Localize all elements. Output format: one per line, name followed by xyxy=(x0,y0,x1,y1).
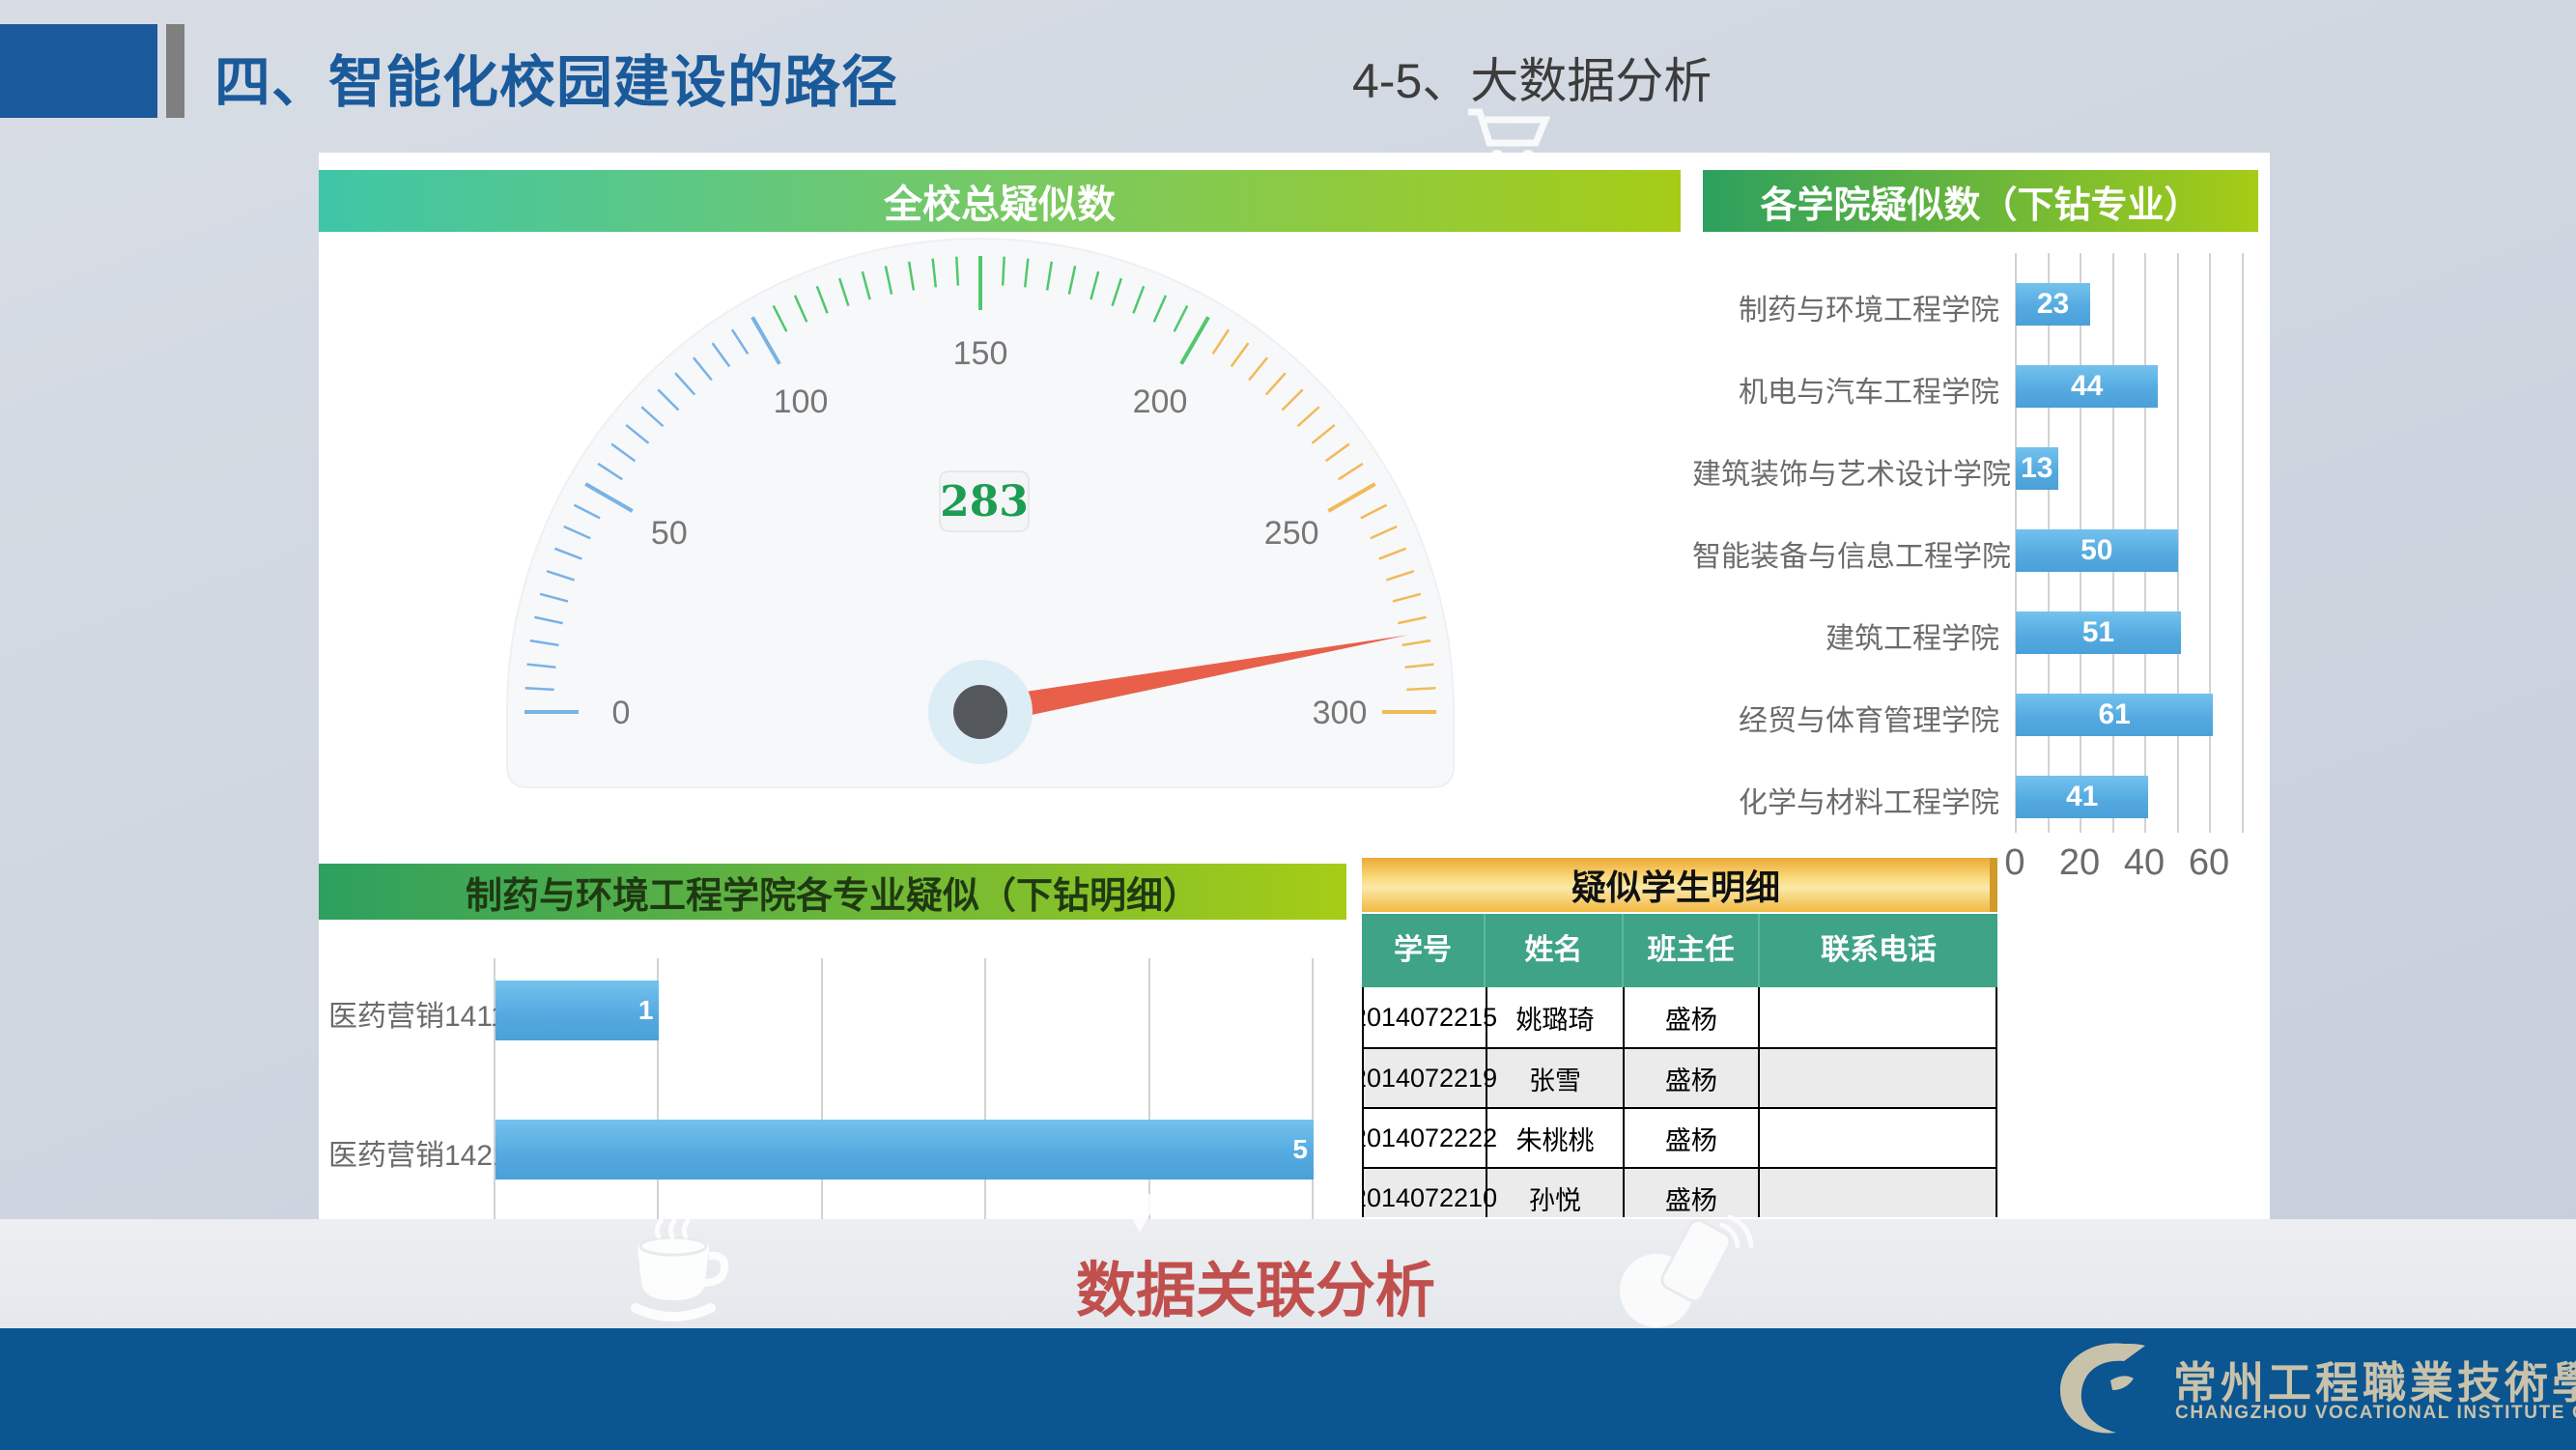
svg-text:50: 50 xyxy=(651,515,688,552)
svg-text:200: 200 xyxy=(1133,384,1188,420)
page-subtitle: 4-5、大数据分析 xyxy=(1352,43,1712,112)
down-arrow-icon xyxy=(1111,1194,1169,1238)
table-cell: 2014072219 xyxy=(1364,1049,1486,1107)
bar: 61 xyxy=(2016,694,2213,736)
student-table: 2014072215姚璐琦盛杨2014072219张雪盛杨2014072222朱… xyxy=(1362,987,1997,1217)
gridline xyxy=(2209,253,2211,833)
table-header-cell: 学号 xyxy=(1362,914,1484,987)
axis-tick-label: 60 xyxy=(2189,842,2229,884)
svg-text:150: 150 xyxy=(953,335,1008,372)
category-label: 医药营销1421 xyxy=(328,1131,485,1174)
table-cell xyxy=(1758,1109,1996,1167)
table-row: 2014072215姚璐琦盛杨 xyxy=(1364,987,1996,1047)
college-chart-header: 各学院疑似数（下钻专业） xyxy=(1703,170,2258,232)
bar-value-label: 50 xyxy=(2081,534,2112,567)
bar-value-label: 13 xyxy=(2021,452,2052,485)
svg-text:0: 0 xyxy=(612,695,631,731)
table-header-row: 学号姓名班主任联系电话 xyxy=(1362,914,1997,987)
bar-value-label: 44 xyxy=(2071,370,2103,403)
table-cell xyxy=(1758,1049,1996,1107)
table-cell: 姚璐琦 xyxy=(1486,987,1623,1047)
phone-icon xyxy=(1599,1215,1753,1328)
table-row: 2014072219张雪盛杨 xyxy=(1364,1047,1996,1107)
table-cell: 2014072215 xyxy=(1364,987,1486,1047)
table-header-cell: 联系电话 xyxy=(1758,914,1997,987)
category-label: 建筑工程学院 xyxy=(1692,614,1999,657)
student-table-title: 疑似学生明细 xyxy=(1362,858,1997,912)
category-label: 建筑装饰与艺术设计学院 xyxy=(1692,450,1999,493)
bar: 50 xyxy=(2016,529,2178,572)
gauge-value: 283 xyxy=(939,470,1030,532)
bar-value-label: 5 xyxy=(1292,1134,1308,1165)
bar-value-label: 23 xyxy=(2037,288,2069,321)
school-name-cn: 常州工程職業技術學院 xyxy=(2173,1348,2576,1410)
title-accent-bar xyxy=(166,24,184,118)
table-header-cell: 班主任 xyxy=(1622,914,1758,987)
gridline xyxy=(821,958,823,1219)
table-row: 2014072210孙悦盛杨 xyxy=(1364,1167,1996,1217)
page-title: 四、智能化校园建设的路径 xyxy=(214,37,898,118)
table-cell: 盛杨 xyxy=(1623,1049,1758,1107)
gauge-chart-header: 全校总疑似数 xyxy=(319,170,1681,232)
bar-value-label: 1 xyxy=(638,995,654,1026)
table-cell: 2014072222 xyxy=(1364,1109,1486,1167)
bar: 13 xyxy=(2016,447,2058,490)
table-cell: 盛杨 xyxy=(1623,987,1758,1047)
gridline xyxy=(1148,958,1150,1219)
slide-page: 四、智能化校园建设的路径 4-5、大数据分析 全校总疑似数 各学院疑似数（下钻专… xyxy=(0,0,2576,1450)
category-label: 智能装备与信息工程学院 xyxy=(1692,532,1999,575)
bar: 41 xyxy=(2016,776,2148,818)
gridline xyxy=(984,958,986,1219)
table-cell: 2014072210 xyxy=(1364,1169,1486,1217)
category-label: 化学与材料工程学院 xyxy=(1692,779,1999,821)
category-label: 制药与环境工程学院 xyxy=(1692,286,1999,328)
svg-text:300: 300 xyxy=(1313,695,1368,731)
table-cell: 张雪 xyxy=(1486,1049,1623,1107)
table-cell xyxy=(1758,987,1996,1047)
gridline xyxy=(1312,958,1314,1219)
axis-tick-label: 20 xyxy=(2059,842,2100,884)
category-label: 医药营销1411 xyxy=(328,992,485,1035)
school-name-en: CHANGZHOU VOCATIONAL INSTITUTE OF ENGINE… xyxy=(2175,1403,2576,1424)
title-accent-block xyxy=(0,24,157,118)
svg-text:250: 250 xyxy=(1264,515,1319,552)
table-row: 2014072222朱桃桃盛杨 xyxy=(1364,1107,1996,1167)
table-cell: 朱桃桃 xyxy=(1486,1109,1623,1167)
gridline xyxy=(2242,253,2244,833)
table-cell xyxy=(1758,1169,1996,1217)
coffee-cup-icon xyxy=(609,1219,753,1327)
school-logo-icon xyxy=(2052,1338,2161,1438)
bar-value-label: 61 xyxy=(2098,698,2130,731)
bar-value-label: 41 xyxy=(2066,781,2098,813)
bar: 23 xyxy=(2016,283,2090,326)
category-label: 机电与汽车工程学院 xyxy=(1692,368,1999,411)
table-header-cell: 姓名 xyxy=(1484,914,1622,987)
table-cell: 盛杨 xyxy=(1623,1109,1758,1167)
bar: 1 xyxy=(495,981,659,1040)
axis-tick-label: 40 xyxy=(2124,842,2165,884)
table-cell: 盛杨 xyxy=(1623,1169,1758,1217)
category-label: 经贸与体育管理学院 xyxy=(1692,697,1999,739)
svg-text:100: 100 xyxy=(774,384,829,420)
bar: 51 xyxy=(2016,611,2181,654)
table-cell: 孙悦 xyxy=(1486,1169,1623,1217)
caption-text: 数据关联分析 xyxy=(966,1241,1545,1328)
bar: 44 xyxy=(2016,365,2158,408)
major-chart-header: 制药与环境工程学院各专业疑似（下钻明细） xyxy=(319,864,1346,920)
bar: 5 xyxy=(495,1120,1314,1180)
axis-tick-label: 0 xyxy=(2004,842,2024,884)
bar-value-label: 51 xyxy=(2082,616,2114,649)
